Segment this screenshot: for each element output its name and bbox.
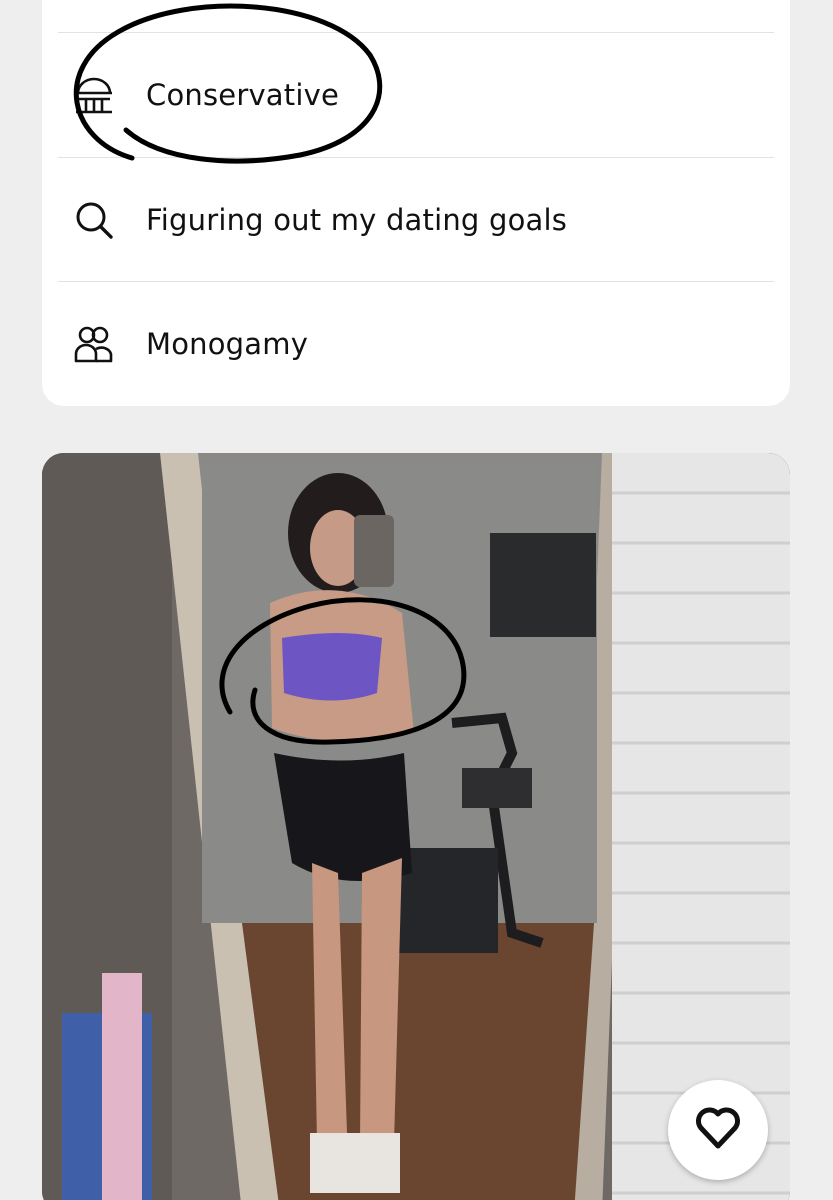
like-button[interactable] [668, 1080, 768, 1180]
profile-page: Conservative Figuring out my dating goal… [0, 0, 833, 1200]
detail-label-politics: Conservative [146, 77, 340, 112]
detail-row-relationship-type: Monogamy [58, 281, 774, 405]
profile-photo[interactable] [42, 453, 790, 1200]
profile-details-card: Conservative Figuring out my dating goal… [42, 0, 790, 406]
detail-row-dating-goals: Figuring out my dating goals [58, 157, 774, 281]
detail-row-politics: Conservative [58, 32, 774, 156]
relationship-type-icon [72, 322, 116, 366]
heart-icon [695, 1106, 741, 1154]
politics-icon [72, 73, 116, 117]
search-icon [72, 198, 116, 242]
detail-label-relationship-type: Monogamy [146, 326, 309, 361]
detail-label-dating-goals: Figuring out my dating goals [146, 202, 568, 237]
